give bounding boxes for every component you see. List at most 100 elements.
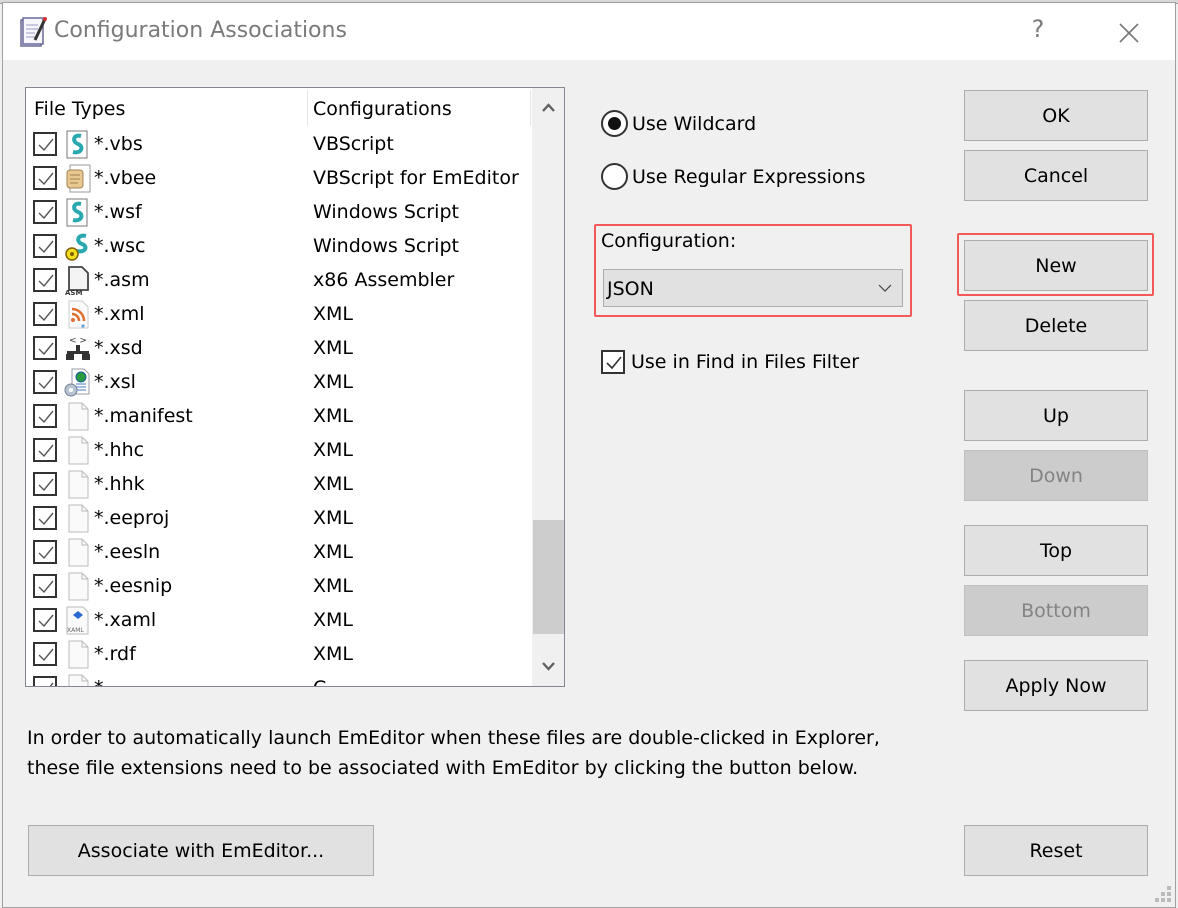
bottom-button[interactable]: Bottom [964, 585, 1148, 636]
use-wildcard-radio[interactable]: Use Wildcard [601, 110, 756, 137]
file-types-list[interactable]: File Types Configurations *.vbs VBScript *… [25, 87, 565, 687]
table-row[interactable]: *.wsf Windows Script [26, 196, 531, 230]
blank-file-icon [68, 402, 89, 431]
delete-button[interactable]: Delete [964, 300, 1148, 351]
file-type-cell: *.wsc [94, 235, 146, 257]
association-info-text: In order to automatically launch EmEdito… [27, 723, 880, 783]
configuration-cell: x86 Assembler [313, 269, 455, 291]
checkbox-checked-icon[interactable] [33, 234, 57, 258]
checkbox-checked-icon[interactable] [33, 302, 57, 326]
reset-button[interactable]: Reset [964, 825, 1148, 876]
configuration-cell: XML [313, 303, 353, 325]
checkbox-checked-icon[interactable] [33, 438, 57, 462]
schema-tree-icon: < > [66, 336, 90, 360]
table-row[interactable]: *.manifest XML [26, 400, 531, 434]
down-button[interactable]: Down [964, 450, 1148, 501]
up-button[interactable]: Up [964, 390, 1148, 441]
resize-grip-icon[interactable] [1154, 885, 1172, 903]
configuration-cell: VBScript [313, 133, 394, 155]
configuration-cell: XML [313, 609, 353, 631]
checkbox-checked-icon[interactable] [33, 540, 57, 564]
scroll-down-icon[interactable] [532, 648, 565, 686]
file-type-cell: *.xsd [94, 337, 143, 359]
column-divider[interactable] [307, 90, 308, 126]
table-row[interactable]: *.eeproj XML [26, 502, 531, 536]
xsl-globe-icon [64, 368, 90, 397]
close-icon[interactable] [1111, 15, 1147, 51]
chevron-down-icon [878, 284, 892, 292]
checkbox-checked-icon[interactable] [601, 350, 625, 374]
checkbox-checked-icon[interactable] [33, 574, 57, 598]
column-header-file-types[interactable]: File Types [34, 98, 125, 120]
use-regex-radio[interactable]: Use Regular Expressions [601, 163, 865, 190]
configuration-cell: XML [313, 337, 353, 359]
table-row[interactable]: *.wsc Windows Script [26, 230, 531, 264]
table-row[interactable]: *.vbee VBScript for EmEditor [26, 162, 531, 196]
table-row[interactable]: *.xml XML [26, 298, 531, 332]
list-scrollbar[interactable] [532, 88, 565, 686]
rss-file-icon [68, 300, 89, 329]
top-button[interactable]: Top [964, 525, 1148, 576]
table-row[interactable]: *.vbs VBScript [26, 128, 531, 162]
use-wildcard-label: Use Wildcard [632, 112, 757, 135]
find-in-files-filter-label: Use in Find in Files Filter [631, 351, 860, 373]
radio-unselected-icon[interactable] [601, 163, 628, 190]
cancel-button[interactable]: Cancel [964, 150, 1148, 201]
blank-file-icon [68, 538, 89, 567]
file-type-cell: *.eeproj [94, 507, 170, 529]
configuration-cell: XML [313, 371, 353, 393]
checkbox-checked-icon[interactable] [33, 132, 57, 156]
configuration-cell: XML [313, 473, 353, 495]
checkbox-checked-icon[interactable] [33, 608, 57, 632]
file-type-cell: *.xsl [94, 371, 136, 393]
checkbox-checked-icon[interactable] [33, 370, 57, 394]
ok-button[interactable]: OK [964, 90, 1148, 141]
checkbox-checked-icon[interactable] [33, 336, 57, 360]
checkbox-checked-icon[interactable] [33, 642, 57, 666]
checkbox-checked-icon[interactable] [33, 506, 57, 530]
file-type-cell: *.vbs [94, 133, 143, 155]
table-row[interactable]: *.rdf XML [26, 638, 531, 672]
scrollbar-thumb[interactable] [533, 520, 564, 634]
configuration-cell: XML [313, 439, 353, 461]
checkbox-checked-icon[interactable] [33, 404, 57, 428]
script-gear-icon [65, 233, 88, 261]
configuration-cell: Windows Script [313, 201, 459, 223]
table-row[interactable]: < > *.xsd XML [26, 332, 531, 366]
configuration-value: JSON [607, 278, 654, 300]
column-divider [530, 90, 531, 126]
file-type-cell: *.eesnip [94, 575, 173, 597]
new-button[interactable]: New [964, 240, 1148, 291]
checkbox-checked-icon[interactable] [33, 676, 57, 686]
xaml-file-icon: XAML [66, 606, 89, 635]
table-row[interactable]: *.hhk XML [26, 468, 531, 502]
file-type-cell: *.eesln [94, 541, 161, 563]
radio-selected-icon[interactable] [601, 110, 628, 137]
apply-now-button[interactable]: Apply Now [964, 660, 1148, 711]
column-header-configurations[interactable]: Configurations [313, 98, 452, 120]
configuration-dropdown[interactable]: JSON [603, 269, 903, 307]
help-button[interactable]: ? [1023, 15, 1053, 47]
asm-file-icon: ASM [65, 266, 89, 296]
table-row[interactable]: *.xsl XML [26, 366, 531, 400]
file-type-cell: *.xaml [94, 609, 157, 631]
configuration-cell: XML [313, 507, 353, 529]
checkbox-checked-icon[interactable] [33, 268, 57, 292]
checkbox-checked-icon[interactable] [33, 200, 57, 224]
table-row[interactable]: ASM *.asm x86 Assembler [26, 264, 531, 298]
associate-with-emeditor-button[interactable]: Associate with EmEditor... [28, 825, 374, 876]
svg-text:< >: < > [69, 336, 87, 346]
table-row[interactable]: XAML *.xaml XML [26, 604, 531, 638]
file-type-cell: *.manifest [94, 405, 193, 427]
blank-file-icon [68, 436, 89, 465]
checkbox-checked-icon[interactable] [33, 472, 57, 496]
table-row[interactable]: *. C [26, 672, 531, 686]
configuration-cell: XML [313, 643, 353, 665]
checkbox-checked-icon[interactable] [33, 166, 57, 190]
table-row[interactable]: *.eesln XML [26, 536, 531, 570]
file-type-cell: *.asm [94, 269, 150, 291]
find-in-files-filter-checkbox[interactable]: Use in Find in Files Filter [601, 350, 859, 374]
table-row[interactable]: *.hhc XML [26, 434, 531, 468]
scroll-up-icon[interactable] [532, 88, 565, 126]
table-row[interactable]: *.eesnip XML [26, 570, 531, 604]
